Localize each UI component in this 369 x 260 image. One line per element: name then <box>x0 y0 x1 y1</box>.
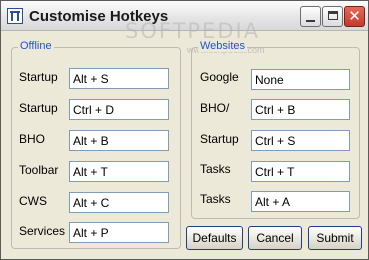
hotkeys-window: Customise Hotkeys ✕ SOFTPEDIA www.softpe… <box>0 0 369 260</box>
cancel-button[interactable]: Cancel <box>248 226 302 250</box>
maximize-button[interactable] <box>322 6 343 27</box>
window-title: Customise Hotkeys <box>29 8 169 25</box>
websites-label-5: Tasks <box>200 192 231 206</box>
websites-hotkey-input-1[interactable]: None <box>251 69 350 90</box>
websites-hotkey-input-4[interactable]: Ctrl + T <box>251 161 350 182</box>
websites-hotkey-input-5[interactable]: Alt + A <box>251 191 350 212</box>
offline-hotkey-input-5[interactable]: Alt + C <box>69 192 169 213</box>
websites-label-2: BHO/ <box>200 101 230 115</box>
websites-hotkey-input-2[interactable]: Ctrl + B <box>251 99 350 120</box>
websites-label-4: Tasks <box>200 162 231 176</box>
defaults-button[interactable]: Defaults <box>186 226 243 250</box>
close-button[interactable]: ✕ <box>344 6 365 27</box>
maximize-icon <box>328 11 338 20</box>
offline-label-3: BHO <box>19 132 46 146</box>
offline-label-4: Toolbar <box>19 163 59 177</box>
minimize-icon <box>306 20 315 22</box>
websites-group: Websites Google None BHO/ Ctrl + B Start… <box>191 40 360 219</box>
websites-label-3: Startup <box>200 132 239 146</box>
offline-hotkey-input-2[interactable]: Ctrl + D <box>69 99 169 120</box>
close-icon: ✕ <box>348 8 361 25</box>
offline-hotkey-input-6[interactable]: Alt + P <box>69 222 169 243</box>
offline-group: Offline Startup Alt + S Startup Ctrl + D… <box>11 40 181 249</box>
hotkeys-app-icon <box>7 8 23 24</box>
minimize-button[interactable] <box>300 6 321 27</box>
offline-label-1: Startup <box>19 70 58 84</box>
offline-hotkey-input-4[interactable]: Alt + T <box>69 161 169 182</box>
websites-label-1: Google <box>200 70 239 84</box>
submit-button[interactable]: Submit <box>308 226 362 250</box>
offline-label-2: Startup <box>19 101 58 115</box>
websites-hotkey-input-3[interactable]: Ctrl + S <box>251 130 350 151</box>
offline-group-title: Offline <box>18 40 54 52</box>
title-bar[interactable]: Customise Hotkeys ✕ <box>1 1 368 31</box>
offline-label-6: Services <box>19 224 66 238</box>
offline-label-5: CWS <box>19 194 47 208</box>
websites-group-title: Websites <box>198 40 248 52</box>
offline-hotkey-input-1[interactable]: Alt + S <box>69 68 169 89</box>
offline-hotkey-input-3[interactable]: Alt + B <box>69 130 169 151</box>
